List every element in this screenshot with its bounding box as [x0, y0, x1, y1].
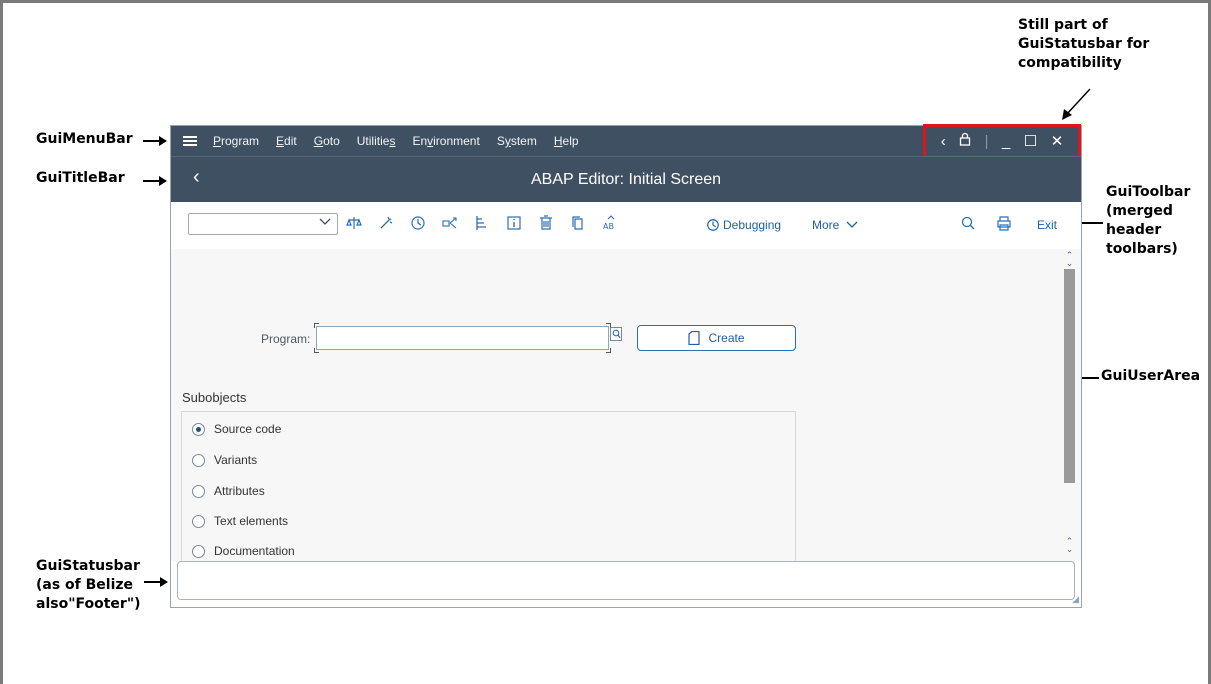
- program-label: Program:: [261, 332, 311, 346]
- radio-text-elements[interactable]: Text elements: [192, 514, 288, 528]
- radio-attributes[interactable]: Attributes: [192, 484, 265, 498]
- activate-icon[interactable]: [377, 215, 395, 234]
- focus-corner: [314, 323, 319, 328]
- radio-variants[interactable]: Variants: [192, 453, 257, 467]
- program-input[interactable]: [314, 323, 611, 353]
- radio-source-code[interactable]: Source code: [192, 422, 281, 436]
- maximize-icon[interactable]: ☐: [1024, 132, 1037, 150]
- arrow-titlebar: [143, 176, 167, 186]
- create-label: Create: [708, 331, 745, 345]
- menu-item-edit[interactable]: Edit: [276, 134, 297, 148]
- focus-corner: [314, 348, 319, 353]
- where-used-icon[interactable]: [441, 215, 459, 234]
- vertical-scrollbar[interactable]: ⌃ ⌄ ⌃ ⌄: [1064, 249, 1075, 561]
- user-area: Program: Create Subobjects Source code V…: [171, 249, 1081, 561]
- menu-item-environment[interactable]: Environment: [412, 134, 479, 148]
- radio-selected-icon[interactable]: [192, 422, 205, 436]
- subobjects-group: Source code Variants Attributes Text ele…: [181, 411, 796, 561]
- rename-icon[interactable]: AB: [601, 215, 619, 234]
- page-title: ABAP Editor: Initial Screen: [530, 171, 722, 188]
- diagram-frame: GuiMenuBar GuiTitleBar Still part of Gui…: [0, 0, 1211, 684]
- history-icon[interactable]: [409, 215, 427, 234]
- menu-item-program[interactable]: Program: [213, 134, 259, 148]
- arrow-statusbar-compat: [1062, 88, 1091, 120]
- document-icon: [688, 331, 701, 345]
- exit-button[interactable]: Exit: [1037, 218, 1057, 232]
- print-icon[interactable]: [995, 215, 1013, 234]
- toolbar: AB Debugging More Exit: [171, 202, 1081, 249]
- sap-gui-window: Program Edit Goto Utilities Environment …: [170, 124, 1082, 608]
- more-button[interactable]: More: [812, 218, 858, 232]
- callout-toolbar: GuiToolbar (merged header toolbars): [1106, 184, 1191, 257]
- scroll-down-icon[interactable]: ⌃ ⌄: [1064, 537, 1075, 554]
- subobjects-title: Subobjects: [182, 390, 247, 405]
- search-icon[interactable]: [959, 215, 977, 234]
- menu-item-utilities[interactable]: Utilities: [357, 134, 396, 148]
- check-icon[interactable]: [345, 215, 363, 234]
- title-bar: ‹ ABAP Editor: Initial Screen: [171, 156, 1081, 202]
- window-controls-highlight: ‹ | _ ☐ ✕: [923, 124, 1081, 158]
- radio-label: Documentation: [214, 544, 295, 558]
- callout-statusbar-compat: Still part of GuiStatusbar for compatibi…: [1018, 17, 1150, 71]
- scrollbar-thumb[interactable]: [1064, 269, 1075, 483]
- callout-userarea: GuiUserArea: [1101, 368, 1201, 384]
- separator: |: [984, 132, 989, 150]
- radio-icon[interactable]: [192, 453, 205, 467]
- callout-menubar: GuiMenuBar: [36, 131, 133, 147]
- radio-documentation[interactable]: Documentation: [192, 544, 295, 558]
- radio-icon[interactable]: [192, 514, 205, 528]
- scroll-up-icon[interactable]: ⌃ ⌄: [1064, 251, 1075, 268]
- radio-label: Text elements: [214, 514, 289, 528]
- close-icon[interactable]: ✕: [1051, 132, 1064, 150]
- delete-icon[interactable]: [537, 215, 555, 234]
- value-help-icon[interactable]: [609, 326, 623, 350]
- radio-label: Variants: [214, 453, 258, 467]
- svg-text:AB: AB: [603, 222, 614, 231]
- callout-statusbar: GuiStatusbar (as of Belize also"Footer"): [36, 558, 141, 612]
- menu-item-goto[interactable]: Goto: [314, 134, 340, 148]
- radio-icon[interactable]: [192, 544, 205, 558]
- collapse-icon[interactable]: ‹: [941, 133, 946, 150]
- hierarchy-icon[interactable]: [473, 215, 491, 234]
- create-button[interactable]: Create: [637, 325, 796, 351]
- copy-icon[interactable]: [569, 215, 587, 234]
- minimize-icon[interactable]: _: [1002, 133, 1010, 150]
- arrow-statusbar: [144, 577, 168, 587]
- lock-icon[interactable]: [959, 132, 971, 150]
- callout-titlebar: GuiTitleBar: [36, 170, 125, 186]
- debugging-button[interactable]: Debugging: [706, 218, 781, 232]
- info-icon[interactable]: [505, 215, 523, 234]
- chevron-down-icon[interactable]: [319, 217, 331, 229]
- menu-item-help[interactable]: Help: [554, 134, 579, 148]
- arrow-menubar: [143, 136, 167, 146]
- transaction-combobox[interactable]: [188, 213, 338, 235]
- radio-label: Attributes: [214, 484, 265, 498]
- status-bar-footer: [177, 561, 1075, 600]
- menu-item-system[interactable]: System: [497, 134, 537, 148]
- hamburger-menu-icon[interactable]: [183, 136, 197, 146]
- radio-icon[interactable]: [192, 484, 205, 498]
- resize-grip-icon[interactable]: ◢: [1072, 594, 1079, 605]
- menu-bar: Program Edit Goto Utilities Environment …: [171, 124, 1081, 158]
- radio-label: Source code: [214, 422, 282, 436]
